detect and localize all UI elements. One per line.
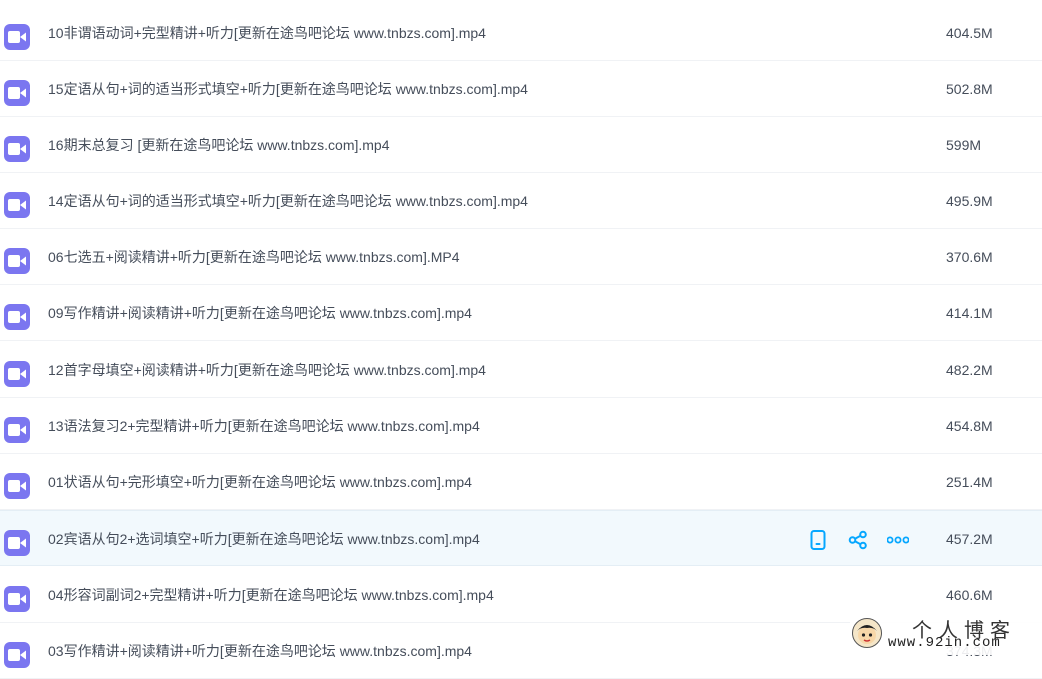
- file-name[interactable]: 10非谓语动词+完型精讲+听力[更新在途鸟吧论坛 www.tnbzs.com].…: [48, 23, 486, 43]
- file-size: 251.4M: [946, 474, 993, 490]
- file-row[interactable]: 06七选五+阅读精讲+听力[更新在途鸟吧论坛 www.tnbzs.com].MP…: [0, 229, 1042, 285]
- video-file-icon: [4, 136, 30, 162]
- file-size: 414.1M: [946, 305, 993, 321]
- file-name[interactable]: 06七选五+阅读精讲+听力[更新在途鸟吧论坛 www.tnbzs.com].MP…: [48, 247, 460, 267]
- file-row[interactable]: 10非谓语动词+完型精讲+听力[更新在途鸟吧论坛 www.tnbzs.com].…: [0, 5, 1042, 61]
- file-row[interactable]: 16期末总复习 [更新在途鸟吧论坛 www.tnbzs.com].mp4 599…: [0, 117, 1042, 173]
- video-file-icon: [4, 417, 30, 443]
- file-size: 460.6M: [946, 587, 993, 603]
- file-row[interactable]: 12首字母填空+阅读精讲+听力[更新在途鸟吧论坛 www.tnbzs.com].…: [0, 342, 1042, 398]
- file-name[interactable]: 14定语从句+词的适当形式填空+听力[更新在途鸟吧论坛 www.tnbzs.co…: [48, 191, 528, 211]
- file-size: 457.2M: [946, 531, 993, 547]
- video-file-icon: [4, 530, 30, 556]
- cartoon-avatar-icon: [852, 618, 882, 648]
- video-file-icon: [4, 473, 30, 499]
- file-name[interactable]: 16期末总复习 [更新在途鸟吧论坛 www.tnbzs.com].mp4: [48, 135, 390, 155]
- file-row-hovered[interactable]: 02宾语从句2+选词填空+听力[更新在途鸟吧论坛 www.tnbzs.com].…: [0, 510, 1042, 566]
- file-size: 502.8M: [946, 81, 993, 97]
- file-size: 370.6M: [946, 249, 993, 265]
- share-icon[interactable]: [847, 529, 869, 551]
- file-name[interactable]: 03写作精讲+阅读精讲+听力[更新在途鸟吧论坛 www.tnbzs.com].m…: [48, 641, 472, 661]
- file-row[interactable]: 14定语从句+词的适当形式填空+听力[更新在途鸟吧论坛 www.tnbzs.co…: [0, 173, 1042, 229]
- video-file-icon: [4, 248, 30, 274]
- file-name[interactable]: 12首字母填空+阅读精讲+听力[更新在途鸟吧论坛 www.tnbzs.com].…: [48, 360, 486, 380]
- file-row[interactable]: 15定语从句+词的适当形式填空+听力[更新在途鸟吧论坛 www.tnbzs.co…: [0, 61, 1042, 117]
- video-file-icon: [4, 586, 30, 612]
- phone-icon[interactable]: [807, 529, 829, 551]
- video-file-icon: [4, 642, 30, 668]
- video-file-icon: [4, 24, 30, 50]
- file-size: 599M: [946, 137, 982, 153]
- file-name[interactable]: 01状语从句+完形填空+听力[更新在途鸟吧论坛 www.tnbzs.com].m…: [48, 472, 472, 492]
- file-size: 482.2M: [946, 362, 993, 378]
- file-size: 454.8M: [946, 418, 993, 434]
- video-file-icon: [4, 192, 30, 218]
- watermark-url: www.92in.com: [888, 635, 1001, 651]
- video-file-icon: [4, 304, 30, 330]
- file-row[interactable]: 13语法复习2+完型精讲+听力[更新在途鸟吧论坛 www.tnbzs.com].…: [0, 398, 1042, 454]
- file-name[interactable]: 02宾语从句2+选词填空+听力[更新在途鸟吧论坛 www.tnbzs.com].…: [48, 529, 480, 549]
- file-size: 495.9M: [946, 193, 993, 209]
- file-name[interactable]: 15定语从句+词的适当形式填空+听力[更新在途鸟吧论坛 www.tnbzs.co…: [48, 79, 528, 99]
- video-file-icon: [4, 361, 30, 387]
- blog-watermark: 个人博客 www.92in.com: [850, 612, 1042, 655]
- more-icon[interactable]: [887, 529, 909, 551]
- video-file-icon: [4, 80, 30, 106]
- file-row[interactable]: 09写作精讲+阅读精讲+听力[更新在途鸟吧论坛 www.tnbzs.com].m…: [0, 285, 1042, 341]
- file-name[interactable]: 09写作精讲+阅读精讲+听力[更新在途鸟吧论坛 www.tnbzs.com].m…: [48, 303, 472, 323]
- file-name[interactable]: 04形容词副词2+完型精讲+听力[更新在途鸟吧论坛 www.tnbzs.com]…: [48, 585, 494, 605]
- file-size: 404.5M: [946, 25, 993, 41]
- file-row[interactable]: 01状语从句+完形填空+听力[更新在途鸟吧论坛 www.tnbzs.com].m…: [0, 454, 1042, 510]
- file-name[interactable]: 13语法复习2+完型精讲+听力[更新在途鸟吧论坛 www.tnbzs.com].…: [48, 416, 480, 436]
